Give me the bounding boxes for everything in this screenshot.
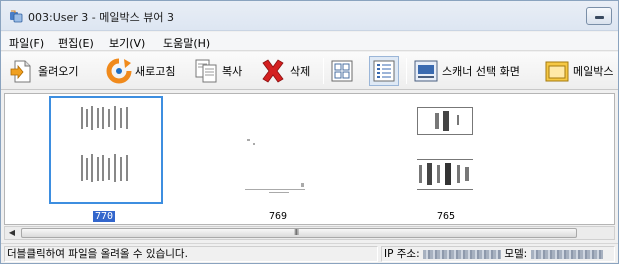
folder-icon (545, 61, 569, 82)
mailbox-label: 메일박스 (573, 65, 614, 78)
status-hint: 더블클릭하여 파일을 올려올 수 있습니다. (4, 246, 378, 262)
delete-button[interactable]: 삭제 (259, 56, 310, 86)
thumbnail-label[interactable]: 769 (269, 211, 287, 222)
thumbnail-view-button[interactable] (330, 56, 354, 86)
scrollbar-thumb[interactable]: III (21, 228, 577, 238)
menu-edit[interactable]: 편집(E) (58, 35, 94, 51)
ip-label: IP 주소: (384, 248, 420, 260)
delete-label: 삭제 (290, 65, 311, 78)
status-connection: IP 주소: 모델: (381, 246, 615, 262)
thumbnail-list[interactable]: 770 769 765 (4, 93, 615, 225)
refresh-icon (106, 58, 132, 84)
copy-icon (195, 59, 217, 83)
thumbnail-item[interactable] (49, 96, 163, 204)
model-label: 모델: (504, 248, 528, 260)
copy-button[interactable]: 복사 (193, 56, 242, 86)
status-bar: 더블클릭하여 파일을 올려올 수 있습니다. IP 주소: 모델: (1, 243, 618, 263)
scroll-left-arrow-icon[interactable]: ◀ (5, 227, 19, 239)
thumbnail-label[interactable]: 765 (437, 211, 455, 222)
toolbar: 올려오기 새로고침 복사 삭제 스캐너 선택 화면 메일박스 (1, 52, 618, 90)
refresh-button[interactable]: 새로고침 (106, 56, 175, 86)
scanner-select-button[interactable]: 스캐너 선택 화면 (413, 56, 520, 86)
menu-help[interactable]: 도움말(H) (163, 35, 210, 51)
grid-view-icon (331, 60, 353, 82)
ip-value-redacted (422, 249, 501, 259)
thumbnail-label[interactable]: 770 (93, 211, 116, 222)
thumbnail-item[interactable] (387, 96, 501, 204)
list-view-icon (373, 60, 395, 82)
document-thumbnail (413, 101, 477, 197)
document-thumbnail (71, 103, 141, 199)
thumbnail-item[interactable] (219, 96, 333, 204)
open-button[interactable]: 올려오기 (9, 56, 78, 86)
menu-view[interactable]: 보기(V) (109, 35, 145, 51)
copy-label: 복사 (222, 65, 243, 78)
toolbar-separator (406, 58, 407, 84)
app-window: 003:User 3 - 메일박스 뷰어 3 파일(F) 편집(E) 보기(V)… (0, 0, 619, 264)
document-thumbnail (239, 101, 313, 197)
scanner-label: 스캐너 선택 화면 (442, 65, 520, 78)
horizontal-scrollbar[interactable]: ◀ III (4, 226, 615, 240)
open-label: 올려오기 (38, 65, 79, 78)
title-bar[interactable]: 003:User 3 - 메일박스 뷰어 3 (1, 1, 618, 31)
app-icon (10, 10, 23, 23)
minimize-icon (595, 16, 604, 19)
menu-file[interactable]: 파일(F) (9, 35, 44, 51)
toolbar-separator (323, 58, 324, 84)
model-value-redacted (530, 249, 603, 259)
menu-bar: 파일(F) 편집(E) 보기(V) 도움말(H) (1, 32, 618, 51)
open-document-icon (10, 60, 31, 83)
list-view-button[interactable] (369, 56, 399, 86)
mailbox-button[interactable]: 메일박스 (544, 56, 613, 86)
minimize-button[interactable] (586, 7, 612, 25)
window-title: 003:User 3 - 메일박스 뷰어 3 (28, 11, 174, 24)
scrollbar-grip: III (294, 228, 299, 237)
delete-x-icon (262, 59, 284, 83)
scanner-icon (414, 60, 438, 82)
refresh-label: 새로고침 (135, 65, 176, 78)
